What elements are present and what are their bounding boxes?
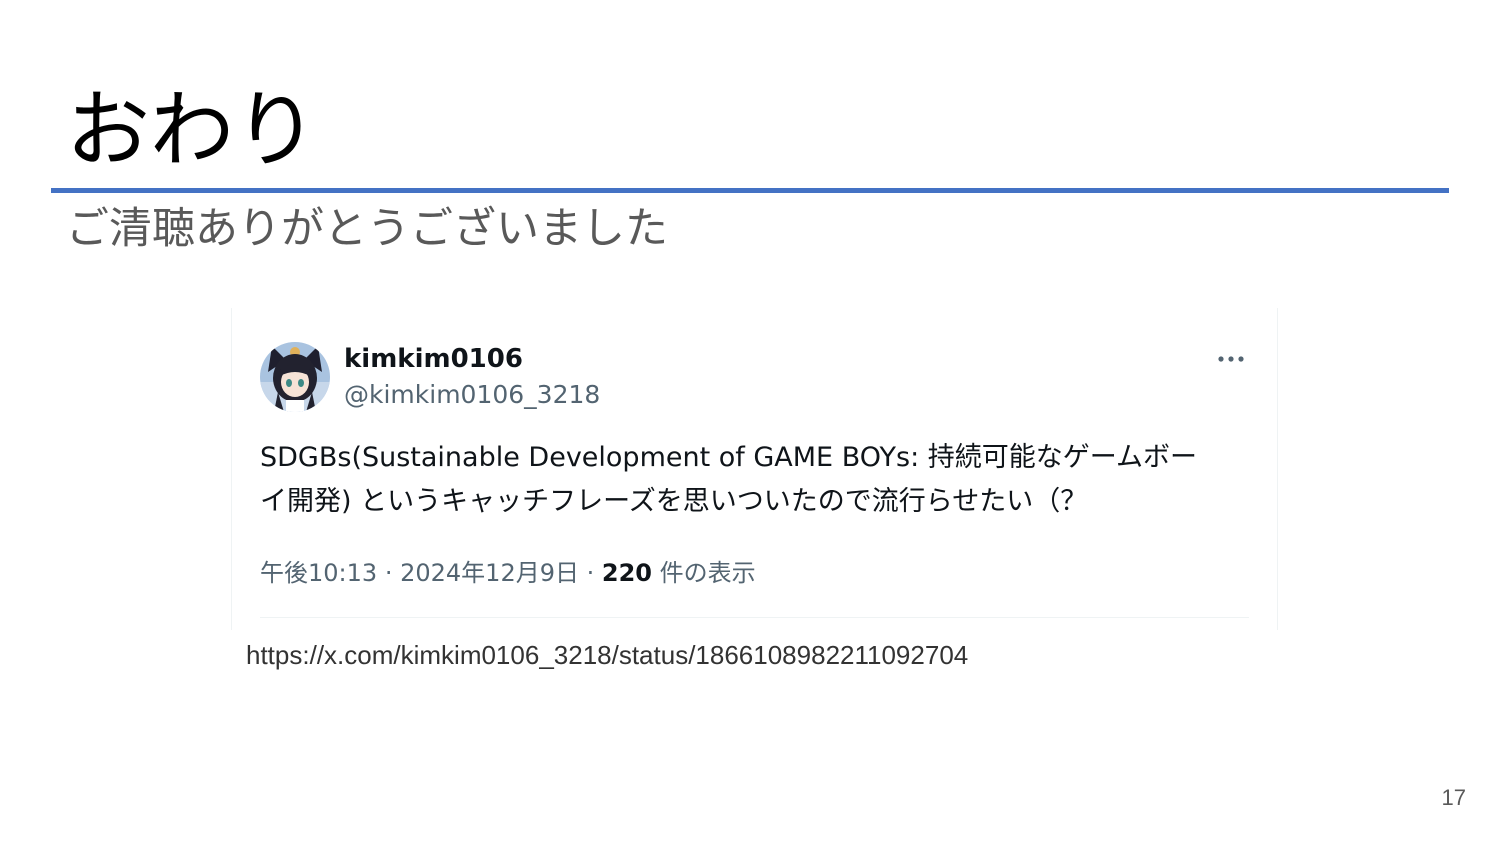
meta-separator: · [384,559,393,587]
views-label: 件の表示 [659,559,756,587]
tweet-date[interactable]: 2024年12月9日 [400,559,579,587]
slide-title: おわり [66,81,319,179]
avatar[interactable] [260,342,330,412]
page-number: 17 [1441,785,1466,810]
meta-separator: · [586,559,595,587]
slide-subtitle: ご清聴ありがとうございました [66,204,668,254]
tweet-metadata: 午後10:13 · 2024年12月9日 · 220 件の表示 [260,556,756,590]
avatar-image [260,342,330,412]
views-count: 220 [601,559,653,587]
tweet-handle[interactable]: @kimkim0106_3218 [344,378,600,412]
more-horizontal-icon [1218,356,1244,362]
tweet-text: SDGBs(Sustainable Development of GAME BO… [260,436,1250,524]
tweet-display-name[interactable]: kimkim0106 [344,342,523,376]
tweet-text-line: イ開発) というキャッチフレーズを思いついたので流行らせたい（？ [260,486,1088,517]
tweet-time[interactable]: 午後10:13 [260,559,377,587]
tweet-divider [260,617,1249,618]
tweet-text-line: SDGBs(Sustainable Development of GAME BO… [260,442,1197,473]
title-divider [51,188,1449,193]
more-options-button[interactable] [1211,344,1251,374]
source-url-link[interactable]: https://x.com/kimkim0106_3218/status/186… [246,638,968,672]
tweet-card[interactable]: kimkim0106 @kimkim0106_3218 SDGBs(Sustai… [231,308,1278,630]
